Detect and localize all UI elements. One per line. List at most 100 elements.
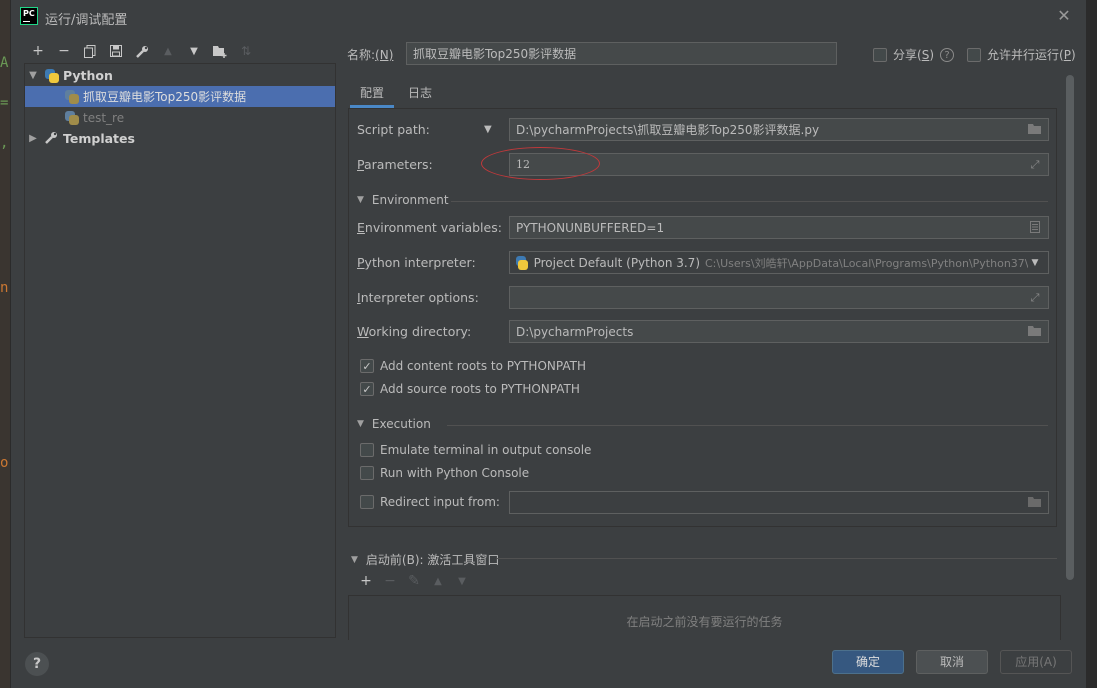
parameters-input[interactable]: 12 ⤢ (509, 153, 1049, 176)
ok-button[interactable]: 确定 (832, 650, 904, 674)
execution-section-title: Execution (371, 417, 431, 431)
expand-icon[interactable]: ⤢ (1028, 158, 1042, 172)
parallel-run-checkbox[interactable] (967, 47, 981, 62)
tree-item-config[interactable]: 抓取豆瓣电影Top250影评数据 (25, 86, 335, 107)
working-dir-input[interactable]: D:\pycharmProjects (509, 320, 1049, 343)
remove-icon[interactable]: − (51, 40, 77, 62)
remove-icon[interactable]: − (378, 573, 402, 589)
run-with-console-checkbox[interactable] (360, 466, 374, 480)
interp-options-input[interactable]: ⤢ (509, 286, 1049, 309)
tree-item-label: test_re (83, 110, 125, 125)
redirect-input-label: Redirect input from: (380, 495, 500, 509)
interpreter-select[interactable]: Project Default (Python 3.7) C:\Users\刘皓… (509, 251, 1049, 274)
parallel-run-label: 允许并行运行(P) (987, 46, 1076, 63)
interp-options-label: Interpreter options: (357, 290, 479, 305)
python-icon (45, 68, 59, 83)
section-divider (451, 201, 1048, 202)
working-dir-value: D:\pycharmProjects (516, 324, 634, 339)
redirect-input-checkbox[interactable] (360, 495, 374, 509)
empty-list-text: 在启动之前没有要运行的任务 (626, 615, 783, 629)
run-with-console-label: Run with Python Console (380, 466, 530, 480)
redirect-input-field[interactable] (509, 491, 1049, 514)
share-label-suffix: ) (929, 48, 934, 62)
add-content-roots-checkbox[interactable]: ✓ (360, 359, 374, 373)
tree-group-label: Templates (63, 131, 135, 146)
python-icon (516, 255, 528, 270)
execution-section-header[interactable]: ▼ Execution (357, 417, 431, 431)
python-script-icon (65, 110, 79, 125)
cancel-button[interactable]: 取消 (916, 650, 988, 674)
move-up-icon[interactable]: ▲ (426, 576, 450, 587)
wrench-icon[interactable] (129, 40, 155, 62)
before-launch-title: 启动前(B): 激活工具窗口 (365, 553, 500, 567)
add-icon[interactable]: + (25, 40, 51, 62)
add-content-roots-option: ✓ Add content roots to PYTHONPATH (360, 359, 586, 373)
add-source-roots-checkbox[interactable]: ✓ (360, 382, 374, 396)
copy-icon[interactable] (77, 40, 103, 62)
python-script-icon (65, 89, 79, 104)
tree-item-config[interactable]: test_re (25, 107, 335, 128)
script-path-input[interactable]: D:\pycharmProjects\抓取豆瓣电影Top250影评数据.py (509, 118, 1049, 141)
chevron-down-icon: ▼ (357, 195, 364, 205)
tab-configuration[interactable]: 配置 (348, 78, 396, 108)
title-bar: PC 运行/调试配置 ✕ (11, 0, 1086, 34)
interpreter-path: C:\Users\刘皓轩\AppData\Local\Programs\Pyth… (705, 256, 1042, 270)
parallel-label-suffix: ) (1070, 48, 1076, 62)
chevron-down-icon[interactable]: ▼ (27, 70, 39, 81)
chevron-right-icon[interactable]: ▶ (27, 133, 39, 144)
close-icon[interactable]: ✕ (1056, 8, 1072, 24)
before-launch-header[interactable]: ▼ 启动前(B): 激活工具窗口 (351, 551, 499, 568)
folder-icon[interactable] (1028, 496, 1042, 510)
browse-list-icon[interactable] (1028, 221, 1042, 235)
interpreter-mnemonic: P (357, 255, 365, 270)
name-mnemonic: (N) (375, 48, 394, 62)
name-label: 名称:(N) (347, 46, 393, 63)
env-vars-input[interactable]: PYTHONUNBUFFERED=1 (509, 216, 1049, 239)
save-icon[interactable] (103, 40, 129, 62)
vertical-scrollbar[interactable] (1066, 75, 1074, 580)
add-source-roots-label: Add source roots to PYTHONPATH (380, 382, 580, 396)
help-icon[interactable]: ? (940, 47, 954, 62)
sort-icon[interactable]: ⇅ (233, 40, 259, 62)
wrench-icon (45, 131, 59, 147)
folder-icon[interactable] (1028, 123, 1042, 137)
name-label-text: 名称: (347, 48, 376, 62)
share-label: 分享(S) (893, 46, 934, 63)
add-icon[interactable]: + (354, 573, 378, 589)
edit-icon[interactable]: ✎ (402, 573, 426, 589)
interp-options-label-text: nterpreter options: (360, 290, 479, 305)
folder-icon[interactable] (1028, 325, 1042, 339)
help-button[interactable]: ? (25, 652, 49, 676)
expand-icon[interactable]: ⤢ (1028, 291, 1042, 305)
move-down-icon[interactable]: ▼ (450, 576, 474, 587)
working-dir-mnemonic: W (357, 324, 369, 339)
environment-section-header[interactable]: ▼ Environment (357, 193, 449, 207)
script-path-label: Script path: (357, 122, 430, 137)
share-checkbox[interactable] (873, 47, 887, 62)
share-option: 分享(S) ? (873, 46, 954, 63)
emulate-terminal-checkbox[interactable] (360, 443, 374, 457)
tree-group-templates[interactable]: ▶ Templates (25, 128, 335, 149)
tree-group-python[interactable]: ▼ Python (25, 65, 335, 86)
share-label-text: 分享( (893, 48, 922, 62)
parallel-run-option: 允许并行运行(P) (967, 46, 1076, 63)
tab-logs[interactable]: 日志 (396, 78, 444, 108)
new-folder-icon[interactable] (207, 40, 233, 62)
chevron-down-icon[interactable]: ▼ (1028, 256, 1042, 270)
config-tree: ▼ Python 抓取豆瓣电影Top250影评数据 test_re ▶ Temp… (24, 63, 336, 638)
interpreter-label-text: ython interpreter: (364, 255, 476, 270)
configuration-panel: Script path: ▼ D:\pycharmProjects\抓取豆瓣电影… (348, 108, 1057, 527)
name-input[interactable]: 抓取豆瓣电影Top250影评数据 (406, 42, 837, 65)
background-code-fragment: = (0, 95, 9, 111)
working-dir-label: Working directory: (357, 324, 471, 339)
background-code-fragment: o (0, 455, 9, 471)
add-source-roots-option: ✓ Add source roots to PYTHONPATH (360, 382, 580, 396)
config-toolbar: + − ▲ ▼ ⇅ (25, 40, 259, 62)
apply-button[interactable]: 应用(A) (1000, 650, 1072, 674)
move-down-icon[interactable]: ▼ (181, 40, 207, 62)
redirect-input-option: Redirect input from: (360, 495, 500, 509)
before-launch-task-list: 在启动之前没有要运行的任务 (348, 595, 1061, 640)
pycharm-logo-icon: PC (20, 7, 38, 25)
move-up-icon[interactable]: ▲ (155, 40, 181, 62)
script-type-dropdown-icon[interactable]: ▼ (484, 124, 492, 135)
